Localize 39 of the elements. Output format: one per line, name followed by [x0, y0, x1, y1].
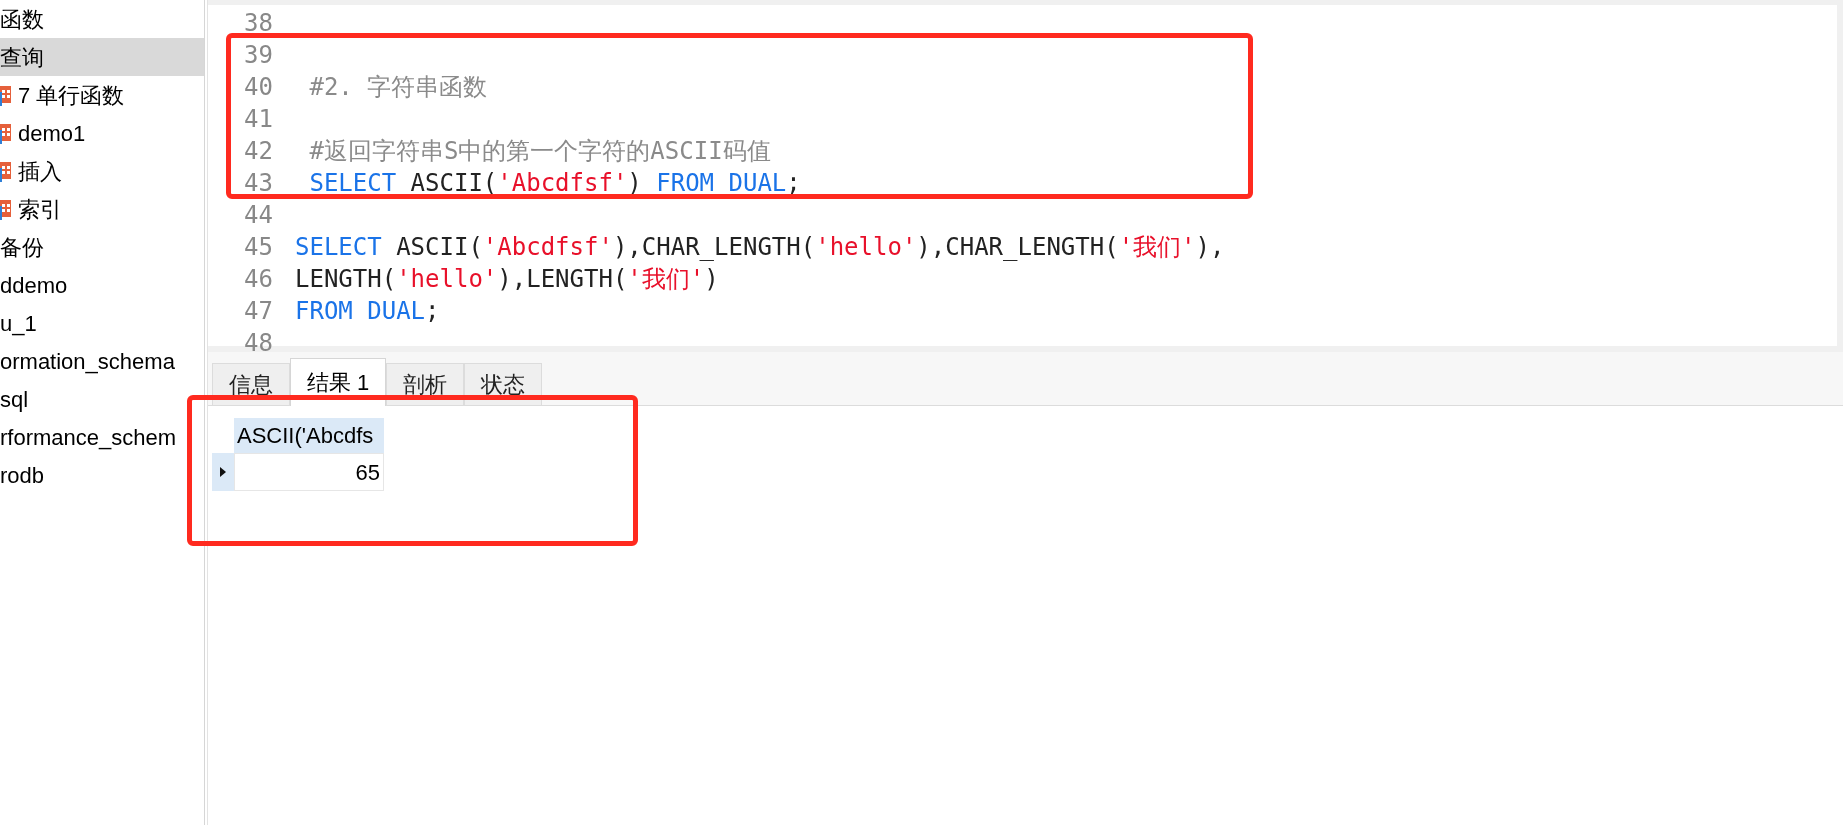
tree-item[interactable]: sql [0, 380, 204, 418]
line-number: 40 [243, 72, 274, 103]
line-number: 41 [243, 104, 274, 135]
line-number: 45 [243, 232, 274, 263]
tree-item[interactable]: 备份 [0, 228, 204, 266]
column-header[interactable]: ASCII('Abcdfs [234, 418, 384, 453]
table-icon [0, 198, 12, 220]
tree-item[interactable]: u_1 [0, 304, 204, 342]
tree-item[interactable]: rformance_schem [0, 418, 204, 456]
tree-item[interactable]: 函数 [0, 0, 204, 38]
line-number: 42 [243, 136, 274, 167]
line-number: 38 [243, 8, 274, 39]
code-line: SELECT ASCII('Abcdfsf') FROM DUAL; [308, 168, 801, 199]
table-icon [0, 160, 12, 182]
table-icon [0, 84, 12, 106]
tree-item[interactable]: rodb [0, 456, 204, 494]
line-number: 48 [243, 328, 274, 359]
tree-item[interactable]: 7 单行函数 [0, 76, 204, 114]
tree-item[interactable]: 插入 [0, 152, 204, 190]
tree-item[interactable]: 索引 [0, 190, 204, 228]
table-icon [0, 122, 12, 144]
tree-item[interactable]: 查询 [0, 38, 204, 76]
current-row-icon [220, 467, 226, 477]
table-cell: 65 [234, 453, 384, 491]
line-number: 44 [243, 200, 274, 231]
line-number: 43 [243, 168, 274, 199]
code-line: #返回字符串S中的第一个字符的ASCII码值 [308, 136, 771, 167]
tree-item[interactable]: ddemo [0, 266, 204, 304]
line-number: 47 [243, 296, 274, 327]
code-line: LENGTH('hello'),LENGTH('我们') [295, 264, 719, 295]
result-tab[interactable]: 结果 1 [290, 358, 387, 406]
code-line: #2. 字符串函数 [308, 72, 488, 103]
tree-item[interactable]: demo1 [0, 114, 204, 152]
code-line: SELECT ASCII('Abcdfsf'),CHAR_LENGTH('hello'),CHAR_LENGTH('我们'), [295, 232, 1225, 263]
row-selector[interactable] [212, 453, 234, 491]
line-number: 39 [243, 40, 274, 71]
line-number: 46 [243, 264, 274, 295]
tree-item[interactable]: ormation_schema [0, 342, 204, 380]
code-line: FROM DUAL; [295, 296, 440, 327]
